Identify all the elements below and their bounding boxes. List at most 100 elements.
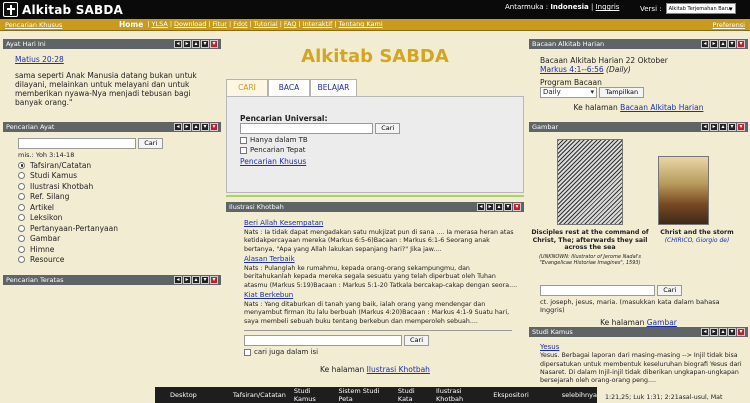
arrow-right-icon[interactable]: ▸ (710, 123, 718, 131)
radio[interactable] (18, 193, 25, 201)
radio[interactable] (18, 224, 25, 232)
verse-search-button[interactable]: Cari (138, 138, 164, 149)
pencarian-khusus-link[interactable]: Pencarian Khusus (240, 157, 306, 166)
arrow-right-icon[interactable]: ▸ (486, 203, 494, 211)
arrow-down-icon[interactable]: ▾ (728, 123, 736, 131)
bacaan-reference-link[interactable]: Markus 4:1--6:56 (540, 65, 604, 74)
arrow-left-icon[interactable]: ◂ (174, 40, 182, 48)
check-cari-isi[interactable]: cari juga dalam isi (244, 348, 518, 357)
tampilkan-button[interactable]: Tampilkan (599, 87, 645, 98)
arrow-up-icon[interactable]: ▴ (192, 40, 200, 48)
option-artikel[interactable]: Artikel (18, 202, 221, 213)
collapse-icon[interactable]: ▾ (210, 40, 218, 48)
tab-baca[interactable]: BACA (268, 79, 310, 96)
universal-search-input[interactable] (240, 123, 373, 134)
arrow-up-icon[interactable]: ▴ (719, 123, 727, 131)
checkbox[interactable] (240, 146, 247, 154)
ilustrasi-search-button[interactable]: Cari (404, 335, 430, 346)
option-ref-silang[interactable]: Ref. Silang (18, 192, 221, 203)
collapse-icon[interactable]: ▾ (737, 123, 745, 131)
verse-search-input[interactable] (18, 138, 136, 149)
site-logo[interactable]: Alkitab SABDA (3, 2, 123, 17)
collapse-icon[interactable]: ▾ (210, 123, 218, 131)
checkbox[interactable] (244, 348, 251, 356)
option-tafsiran[interactable]: Tafsiran/Catatan (18, 160, 221, 171)
arrow-down-icon[interactable]: ▾ (201, 276, 209, 284)
ilustrasi-search-input[interactable] (244, 335, 402, 346)
disciples-rest-image[interactable] (557, 139, 623, 225)
arrow-right-icon[interactable]: ▸ (183, 123, 191, 131)
arrow-left-icon[interactable]: ◂ (701, 123, 709, 131)
radio[interactable] (18, 203, 25, 211)
kamus-entry-link[interactable]: Yesus (540, 343, 559, 351)
ilustrasi-entry-title[interactable]: Beri Allah Kesempatan (244, 219, 323, 227)
arrow-up-icon[interactable]: ▴ (719, 40, 727, 48)
tab-cari[interactable]: CARI (226, 79, 268, 96)
arrow-right-icon[interactable]: ▸ (710, 40, 718, 48)
option-pertanyaan[interactable]: Pertanyaan-Pertanyaan (18, 223, 221, 234)
check-hanya-tb[interactable]: Hanya dalam TB (240, 136, 308, 144)
radio[interactable] (18, 214, 25, 222)
radio[interactable] (18, 256, 25, 264)
option-leksikon[interactable]: Leksikon (18, 213, 221, 224)
menu-fdot[interactable]: Fdot (233, 20, 247, 29)
arrow-down-icon[interactable]: ▾ (504, 203, 512, 211)
language-indonesia[interactable]: Indonesia (550, 3, 588, 11)
arrow-up-icon[interactable]: ▴ (192, 123, 200, 131)
bacaan-alkitab-harian-link[interactable]: Bacaan Alkitab Harian (620, 103, 703, 112)
arrow-left-icon[interactable]: ◂ (477, 203, 485, 211)
gambar-search-button[interactable]: Cari (657, 285, 683, 296)
ilustrasi-entry-title[interactable]: Kiat Berkebun (244, 291, 293, 299)
gambar-search-input[interactable] (540, 285, 655, 296)
language-inggris-link[interactable]: Inggris (596, 3, 620, 11)
menu-preferensi-link[interactable]: Preferensi (713, 21, 745, 29)
universal-search-button[interactable]: Cari (375, 123, 401, 134)
tab-belajar[interactable]: BELAJAR (310, 79, 357, 96)
image2-credit[interactable]: (CHIRICO, Giorgio de) (649, 237, 745, 244)
option-studi-kamus[interactable]: Studi Kamus (18, 171, 221, 182)
arrow-down-icon[interactable]: ▾ (201, 40, 209, 48)
gambar-link[interactable]: Gambar (647, 318, 677, 327)
ilustrasi-entry-title[interactable]: Alasan Terbaik (244, 255, 295, 263)
checkbox[interactable] (240, 136, 247, 144)
collapse-icon[interactable]: ▾ (737, 40, 745, 48)
christ-and-storm-image[interactable] (658, 156, 709, 225)
menu-interaktif[interactable]: Interaktif (303, 20, 333, 29)
arrow-up-icon[interactable]: ▴ (719, 328, 727, 336)
taskbar-tafsiran[interactable]: Tafsiran/Catatan (233, 391, 286, 399)
menu-fitur[interactable]: Fitur (213, 20, 227, 29)
arrow-down-icon[interactable]: ▾ (201, 123, 209, 131)
taskbar-studi-kamus[interactable]: Studi Kamus (294, 387, 331, 403)
radio[interactable] (18, 245, 25, 253)
arrow-left-icon[interactable]: ◂ (701, 40, 709, 48)
menu-home[interactable]: Home (117, 20, 145, 29)
arrow-left-icon[interactable]: ◂ (174, 123, 182, 131)
option-resource[interactable]: Resource (18, 255, 221, 266)
option-ilustrasi-khotbah[interactable]: Ilustrasi Khotbah (18, 181, 221, 192)
collapse-icon[interactable]: ▾ (737, 328, 745, 336)
version-select[interactable]: Alkitab Terjemahan Baru (665, 3, 736, 15)
arrow-right-icon[interactable]: ▸ (183, 40, 191, 48)
arrow-right-icon[interactable]: ▸ (183, 276, 191, 284)
program-select[interactable]: Daily ▾ (540, 87, 597, 98)
collapse-icon[interactable]: ▾ (210, 276, 218, 284)
collapse-icon[interactable]: ▾ (513, 203, 521, 211)
arrow-left-icon[interactable]: ◂ (701, 328, 709, 336)
ilustrasi-khotbah-link[interactable]: Ilustrasi Khotbah (367, 365, 430, 374)
menu-pencarian-khusus-link[interactable]: Pencarian Khusus (5, 21, 62, 29)
menu-tentang-kami[interactable]: Tentang Kami (339, 20, 383, 29)
radio[interactable] (18, 172, 25, 180)
arrow-left-icon[interactable]: ◂ (174, 276, 182, 284)
taskbar-ekspositori[interactable]: Ekspositori (493, 391, 529, 399)
menu-ylsa[interactable]: YLSA (152, 20, 168, 29)
option-gambar[interactable]: Gambar (18, 234, 221, 245)
arrow-down-icon[interactable]: ▾ (728, 328, 736, 336)
arrow-up-icon[interactable]: ▴ (192, 276, 200, 284)
arrow-down-icon[interactable]: ▾ (728, 40, 736, 48)
taskbar-ilustrasi[interactable]: Ilustrasi Khotbah (436, 387, 485, 403)
menu-tutorial[interactable]: Tutorial (254, 20, 278, 29)
radio-selected[interactable] (18, 161, 25, 169)
taskbar-desktop[interactable]: Desktop (170, 391, 197, 399)
taskbar-studi-peta[interactable]: Sistem Studi Peta (338, 387, 389, 403)
verse-reference-link[interactable]: Matius 20:28 (15, 55, 64, 64)
